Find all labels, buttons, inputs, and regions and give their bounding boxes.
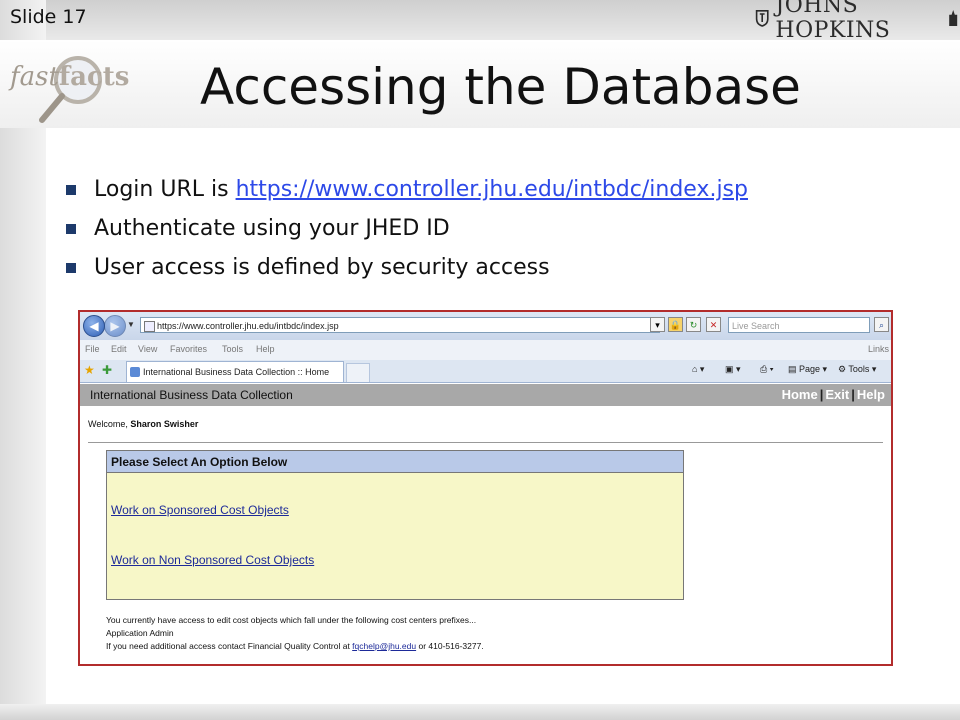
page-menu-label: Page bbox=[799, 364, 821, 374]
user-name: Sharon Swisher bbox=[130, 419, 199, 429]
live-search-input[interactable]: Live Search bbox=[728, 317, 870, 333]
history-dropdown-icon[interactable]: ▼ bbox=[127, 320, 135, 329]
menu-edit[interactable]: Edit bbox=[111, 344, 127, 354]
options-heading: Please Select An Option Below bbox=[107, 451, 683, 473]
back-button[interactable]: ◀ bbox=[83, 315, 105, 337]
bullet-authenticate: Authenticate using your JHED ID bbox=[66, 213, 748, 252]
bullet-login-url: Login URL is https://www.controller.jhu.… bbox=[66, 174, 748, 213]
login-url-link[interactable]: https://www.controller.jhu.edu/intbdc/in… bbox=[236, 177, 748, 202]
tab-bar: ★ ✚ International Business Data Collecti… bbox=[80, 360, 891, 383]
browser-screenshot: ◀ ▶ ▼ https://www.controller.jhu.edu/int… bbox=[78, 310, 893, 666]
menu-file[interactable]: File bbox=[85, 344, 100, 354]
tab-title: International Business Data Collection :… bbox=[143, 367, 330, 377]
welcome-label: Welcome, bbox=[88, 419, 128, 429]
bullet-list: Login URL is https://www.controller.jhu.… bbox=[66, 174, 748, 291]
access-role: Application Admin bbox=[106, 628, 174, 638]
logo-wordmark: JOHNS HOPKINS bbox=[775, 0, 891, 43]
bullet-text: Login URL is bbox=[94, 177, 236, 202]
menu-view[interactable]: View bbox=[138, 344, 157, 354]
jhu-tower-icon bbox=[948, 10, 957, 26]
refresh-icon[interactable]: ↻ bbox=[686, 317, 701, 332]
nav-home[interactable]: Home bbox=[782, 387, 818, 402]
app-header: International Business Data Collection H… bbox=[80, 384, 891, 406]
address-bar-row: ◀ ▶ ▼ https://www.controller.jhu.edu/int… bbox=[80, 312, 891, 340]
menu-bar: File Edit View Favorites Tools Help Link… bbox=[80, 340, 891, 360]
search-button-icon[interactable]: ⌕ bbox=[874, 317, 889, 332]
address-field[interactable]: https://www.controller.jhu.edu/intbdc/in… bbox=[140, 317, 660, 333]
fast-facts-badge: fastfacts bbox=[6, 54, 129, 124]
feeds-icon[interactable]: ▣ ▾ bbox=[725, 364, 741, 375]
nav-help[interactable]: Help bbox=[857, 387, 885, 402]
tools-menu[interactable]: ⚙ Tools ▾ bbox=[838, 364, 876, 375]
page-menu[interactable]: ▤ Page ▾ bbox=[788, 364, 827, 375]
address-dropdown-icon[interactable]: ▾ bbox=[650, 317, 665, 332]
nav-exit[interactable]: Exit bbox=[825, 387, 849, 402]
access-note: You currently have access to edit cost o… bbox=[106, 615, 477, 625]
new-tab-button[interactable] bbox=[346, 363, 370, 382]
menu-favorites[interactable]: Favorites bbox=[170, 344, 207, 354]
contact-note: If you need additional access contact Fi… bbox=[106, 641, 484, 651]
contact-email-link[interactable]: fqchelp@jhu.edu bbox=[352, 641, 416, 651]
forward-arrow-icon: ▶ bbox=[110, 319, 120, 333]
welcome-text: Welcome, Sharon Swisher bbox=[88, 419, 198, 429]
options-panel: Please Select An Option Below Work on Sp… bbox=[106, 450, 684, 600]
stop-icon[interactable]: ✕ bbox=[706, 317, 721, 332]
back-arrow-icon: ◀ bbox=[89, 319, 99, 333]
fast-word: fast bbox=[10, 62, 59, 92]
home-icon[interactable]: ⌂ ▾ bbox=[692, 364, 704, 375]
johns-hopkins-logo: JOHNS HOPKINS bbox=[755, 0, 960, 43]
menu-help[interactable]: Help bbox=[256, 344, 275, 354]
forward-button[interactable]: ▶ bbox=[104, 315, 126, 337]
jhu-shield-icon bbox=[755, 10, 769, 27]
slide-title: Accessing the Database bbox=[200, 58, 801, 116]
divider bbox=[88, 442, 883, 443]
app-title: International Business Data Collection bbox=[90, 388, 293, 402]
contact-prefix: If you need additional access contact Fi… bbox=[106, 641, 353, 651]
links-label[interactable]: Links bbox=[868, 344, 889, 354]
print-icon[interactable]: ⎙ ▾ bbox=[760, 364, 773, 375]
lock-icon[interactable]: 🔒 bbox=[668, 317, 683, 332]
bullet-user-access: User access is defined by security acces… bbox=[66, 252, 748, 291]
slide-number: Slide 17 bbox=[10, 6, 87, 28]
sponsored-cost-objects-link[interactable]: Work on Sponsored Cost Objects bbox=[111, 503, 289, 517]
tab-page-icon bbox=[130, 367, 140, 377]
tab-home[interactable]: International Business Data Collection :… bbox=[126, 361, 344, 382]
facts-word: facts bbox=[58, 62, 130, 92]
favorites-star-icon[interactable]: ★ bbox=[84, 363, 95, 377]
contact-suffix: or 410-516-3277. bbox=[416, 641, 484, 651]
tools-menu-label: Tools bbox=[848, 364, 870, 374]
app-nav: Home | Exit | Help bbox=[781, 387, 885, 402]
address-text: https://www.controller.jhu.edu/intbdc/in… bbox=[157, 321, 339, 331]
non-sponsored-cost-objects-link[interactable]: Work on Non Sponsored Cost Objects bbox=[111, 553, 314, 567]
add-favorite-icon[interactable]: ✚ bbox=[102, 363, 112, 377]
slide-bottom-band bbox=[0, 704, 960, 720]
fast-facts-text: fastfacts bbox=[10, 62, 129, 92]
page-icon bbox=[144, 321, 155, 332]
menu-tools[interactable]: Tools bbox=[222, 344, 243, 354]
